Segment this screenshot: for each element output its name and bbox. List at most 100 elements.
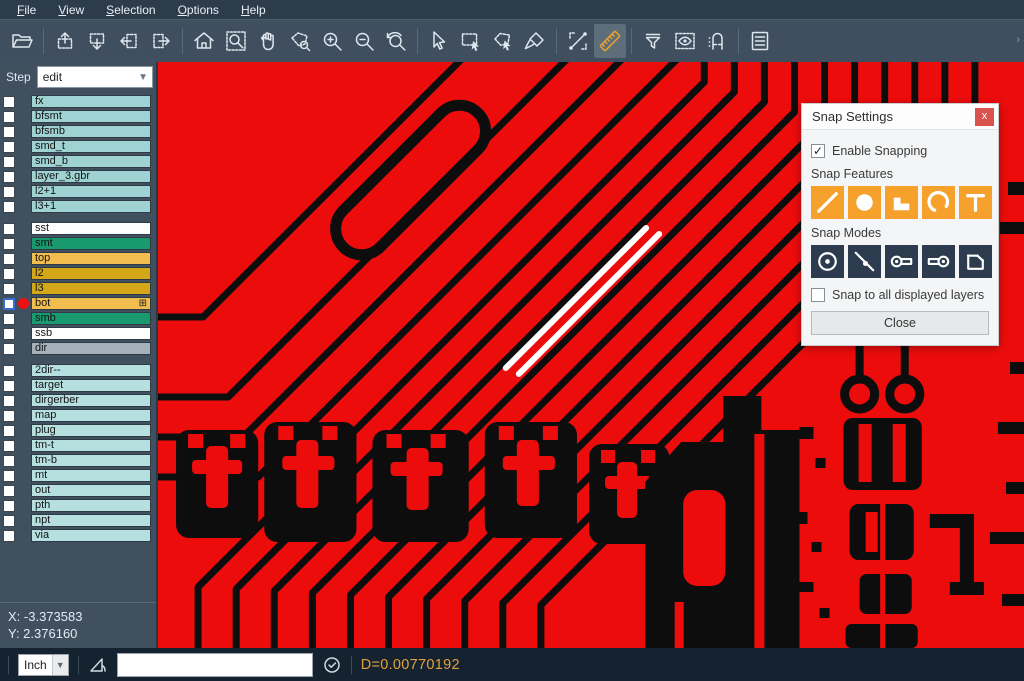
layer-name-smb[interactable]: smb bbox=[31, 312, 151, 325]
pan-left-icon[interactable] bbox=[113, 24, 145, 58]
layer-checkbox-dirgerber[interactable] bbox=[3, 395, 15, 407]
zoom-fit-icon[interactable] bbox=[220, 24, 252, 58]
layer-name-target[interactable]: target bbox=[31, 379, 151, 392]
select-arrow-icon[interactable] bbox=[423, 24, 455, 58]
mode-polygon-button[interactable] bbox=[959, 245, 992, 278]
layer-name-bfsmb[interactable]: bfsmb bbox=[31, 125, 151, 138]
layer-checkbox-bfsmb[interactable] bbox=[3, 126, 15, 138]
layer-checkbox-bfsmt[interactable] bbox=[3, 111, 15, 123]
zoom-in-icon[interactable] bbox=[316, 24, 348, 58]
mode-key-right-button[interactable] bbox=[885, 245, 918, 278]
menu-view[interactable]: View bbox=[49, 1, 93, 19]
mode-point-on-line-button[interactable] bbox=[848, 245, 881, 278]
pan-up-icon[interactable] bbox=[49, 24, 81, 58]
pan-right-icon[interactable] bbox=[145, 24, 177, 58]
all-layers-row[interactable]: Snap to all displayed layers bbox=[811, 288, 989, 302]
report-icon[interactable] bbox=[744, 24, 776, 58]
layer-checkbox-plug[interactable] bbox=[3, 425, 15, 437]
select-rectangle-icon[interactable] bbox=[455, 24, 487, 58]
enable-snapping-row[interactable]: ✓ Enable Snapping bbox=[811, 144, 989, 158]
menu-selection[interactable]: Selection bbox=[97, 1, 164, 19]
layer-name-out[interactable]: out bbox=[31, 484, 151, 497]
layer-checkbox-ssb[interactable] bbox=[3, 328, 15, 340]
layer-name-smt[interactable]: smt bbox=[31, 237, 151, 250]
snap-arc-button[interactable] bbox=[922, 186, 955, 219]
layer-checkbox-l2[interactable] bbox=[3, 268, 15, 280]
layer-name-l3+1[interactable]: l3+1 bbox=[31, 200, 151, 213]
layer-checkbox-l3+1[interactable] bbox=[3, 201, 15, 213]
layer-checkbox-npt[interactable] bbox=[3, 515, 15, 527]
layer-name-sst[interactable]: sst bbox=[31, 222, 151, 235]
layer-name-dir[interactable]: dir bbox=[31, 342, 151, 355]
snap-pad-button[interactable] bbox=[848, 186, 881, 219]
layer-checkbox-out[interactable] bbox=[3, 485, 15, 497]
snap-text-button[interactable] bbox=[959, 186, 992, 219]
layer-name-bot[interactable]: bot⊞ bbox=[31, 297, 151, 310]
layer-name-npt[interactable]: npt bbox=[31, 514, 151, 527]
close-button[interactable]: Close bbox=[811, 311, 989, 335]
snap-line-button[interactable] bbox=[811, 186, 844, 219]
layer-name-l2+1[interactable]: l2+1 bbox=[31, 185, 151, 198]
home-icon[interactable] bbox=[188, 24, 220, 58]
measure-icon[interactable] bbox=[562, 24, 594, 58]
layer-name-map[interactable]: map bbox=[31, 409, 151, 422]
pan-down-icon[interactable] bbox=[81, 24, 113, 58]
enable-snapping-checkbox[interactable]: ✓ bbox=[811, 144, 825, 158]
zoom-polygon-icon[interactable] bbox=[284, 24, 316, 58]
layer-checkbox-target[interactable] bbox=[3, 380, 15, 392]
layer-checkbox-smd_t[interactable] bbox=[3, 141, 15, 153]
layer-name-pth[interactable]: pth bbox=[31, 499, 151, 512]
layer-name-tm-b[interactable]: tm-b bbox=[31, 454, 151, 467]
all-layers-checkbox[interactable] bbox=[811, 288, 825, 302]
layer-checkbox-smd_b[interactable] bbox=[3, 156, 15, 168]
layer-name-l3[interactable]: l3 bbox=[31, 282, 151, 295]
layer-name-mt[interactable]: mt bbox=[31, 469, 151, 482]
layer-name-2dir--[interactable]: 2dir-- bbox=[31, 364, 151, 377]
snap-surface-button[interactable] bbox=[885, 186, 918, 219]
filter-icon[interactable] bbox=[637, 24, 669, 58]
open-folder-icon[interactable] bbox=[6, 24, 38, 58]
layer-name-plug[interactable]: plug bbox=[31, 424, 151, 437]
snap-indicator-icon[interactable] bbox=[322, 655, 342, 675]
unit-select[interactable]: Inch ▼ bbox=[18, 654, 69, 676]
measure-input[interactable] bbox=[117, 653, 313, 677]
menu-help[interactable]: Help bbox=[232, 1, 275, 19]
close-icon[interactable]: x bbox=[975, 108, 994, 126]
layer-name-layer_3.gbr[interactable]: layer_3.gbr bbox=[31, 170, 151, 183]
layer-checkbox-pth[interactable] bbox=[3, 500, 15, 512]
grid-icon[interactable]: ⊞ bbox=[139, 298, 147, 309]
layer-checkbox-sst[interactable] bbox=[3, 223, 15, 235]
layer-checkbox-top[interactable] bbox=[3, 253, 15, 265]
layer-name-via[interactable]: via bbox=[31, 529, 151, 542]
zoom-previous-icon[interactable] bbox=[380, 24, 412, 58]
layer-name-fx[interactable]: fx bbox=[31, 95, 151, 108]
layer-checkbox-smt[interactable] bbox=[3, 238, 15, 250]
layer-checkbox-2dir--[interactable] bbox=[3, 365, 15, 377]
layer-name-l2[interactable]: l2 bbox=[31, 267, 151, 280]
layer-checkbox-l3[interactable] bbox=[3, 283, 15, 295]
layer-checkbox-bot[interactable] bbox=[3, 298, 15, 310]
menu-options[interactable]: Options bbox=[169, 1, 228, 19]
layer-checkbox-l2+1[interactable] bbox=[3, 186, 15, 198]
toolbar-overflow-chevron-icon[interactable]: › bbox=[1016, 34, 1020, 46]
layer-checkbox-via[interactable] bbox=[3, 530, 15, 542]
layer-checkbox-mt[interactable] bbox=[3, 470, 15, 482]
layer-checkbox-layer_3.gbr[interactable] bbox=[3, 171, 15, 183]
layer-checkbox-tm-b[interactable] bbox=[3, 455, 15, 467]
layer-checkbox-fx[interactable] bbox=[3, 96, 15, 108]
layer-checkbox-smb[interactable] bbox=[3, 313, 15, 325]
menu-file[interactable]: File bbox=[8, 1, 45, 19]
layer-checkbox-map[interactable] bbox=[3, 410, 15, 422]
select-polygon-icon[interactable] bbox=[487, 24, 519, 58]
layer-name-top[interactable]: top bbox=[31, 252, 151, 265]
dialog-title-bar[interactable]: Snap Settings x bbox=[802, 104, 998, 130]
snap-magnet-icon[interactable] bbox=[701, 24, 733, 58]
ruler-icon[interactable] bbox=[594, 24, 626, 58]
step-select[interactable]: edit ▼ bbox=[37, 66, 153, 88]
layer-name-bfsmt[interactable]: bfsmt bbox=[31, 110, 151, 123]
layer-checkbox-tm-t[interactable] bbox=[3, 440, 15, 452]
pan-hand-icon[interactable] bbox=[252, 24, 284, 58]
zoom-out-icon[interactable] bbox=[348, 24, 380, 58]
angle-icon[interactable] bbox=[88, 655, 108, 675]
layer-name-smd_b[interactable]: smd_b bbox=[31, 155, 151, 168]
